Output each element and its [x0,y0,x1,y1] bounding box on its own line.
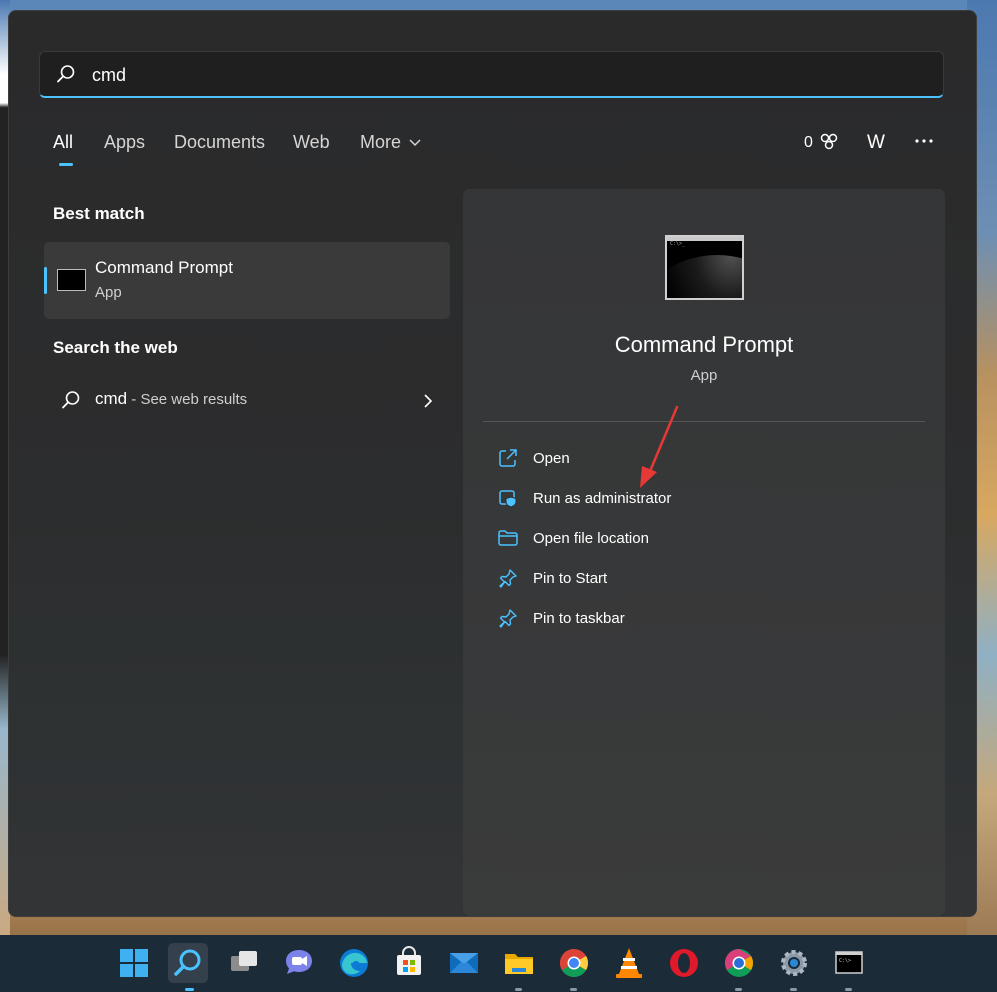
chrome-icon[interactable] [554,943,594,983]
action-label: Pin to Start [533,570,608,587]
details-app-name: Command Prompt [614,332,794,357]
best-match-type: App [95,284,122,301]
opera-icon[interactable] [664,943,704,983]
action-label: Pin to taskbar [533,610,625,627]
pin-icon [499,609,517,628]
best-match-item[interactable]: Command Prompt App [44,242,450,319]
command-prompt-icon [57,269,86,291]
command-prompt-large-icon: C:\>_ [665,235,744,300]
avatar[interactable]: W [867,132,885,154]
best-match-name: Command Prompt [95,258,233,277]
settings-icon[interactable] [774,943,814,983]
store-icon[interactable] [389,943,429,983]
tab-apps[interactable]: Apps [104,132,145,153]
windows-start-icon[interactable] [114,943,154,983]
action-open[interactable]: Open [497,447,917,475]
terminal-icon[interactable]: C:\> [829,943,869,983]
running-indicator [845,988,852,991]
taskbar: C:\> [0,935,997,992]
vlc-icon[interactable] [609,943,649,983]
open-external-icon [499,449,517,467]
chrome-canary-icon[interactable] [719,943,759,983]
action-label: Open [533,450,570,467]
action-run-as-administrator[interactable]: Run as administrator [497,487,917,515]
folder-icon [498,530,518,546]
web-result-row[interactable]: cmd - See web results [44,381,450,419]
rewards-button[interactable]: 0 [804,132,839,152]
web-query: cmd [95,389,128,408]
mail-icon[interactable] [444,943,484,983]
tab-active-indicator [59,163,73,166]
edge-icon[interactable] [334,943,374,983]
pin-icon [499,569,517,588]
divider [483,421,925,422]
action-pin-to-taskbar[interactable]: Pin to taskbar [497,607,917,635]
running-indicator [570,988,577,991]
details-pane: C:\>_ Command Prompt App Open Run as adm… [463,189,945,916]
ellipsis-icon [915,139,933,143]
chevron-right-icon [424,394,433,408]
search-input[interactable] [90,61,894,89]
best-match-heading: Best match [53,204,145,223]
tab-documents[interactable]: Documents [174,132,265,153]
running-indicator [790,988,797,991]
chevron-down-icon [409,139,421,147]
start-search-panel: All Apps Documents Web More 0 W Best mat… [8,10,977,917]
search-box[interactable] [39,51,944,98]
tab-more-label: More [360,132,402,152]
trophy-icon [821,133,838,150]
web-query-text: cmd - See web results [95,389,247,409]
tab-more[interactable]: More [360,132,422,153]
more-options-button[interactable] [914,127,934,152]
running-indicator [735,988,742,991]
rewards-points: 0 [804,134,813,152]
details-app-type: App [690,367,718,384]
shield-admin-icon [499,490,517,508]
running-indicator [515,988,522,991]
search-web-heading: Search the web [53,338,178,357]
file-explorer-icon[interactable] [499,943,539,983]
web-results-suffix: - See web results [127,391,248,408]
action-label: Open file location [533,530,649,547]
teams-chat-icon[interactable] [279,943,319,983]
tab-web[interactable]: Web [293,132,330,153]
action-pin-to-start[interactable]: Pin to Start [497,567,917,595]
tab-all[interactable]: All [53,132,73,153]
search-icon [57,65,75,83]
search-icon [62,391,80,409]
task-view-icon[interactable] [224,943,264,983]
annotation-arrow [640,405,679,488]
active-indicator [185,988,194,991]
svg-text:C:\>: C:\> [839,958,851,964]
search-icon[interactable] [168,943,208,983]
action-open-file-location[interactable]: Open file location [497,527,917,555]
selection-indicator [44,267,47,294]
